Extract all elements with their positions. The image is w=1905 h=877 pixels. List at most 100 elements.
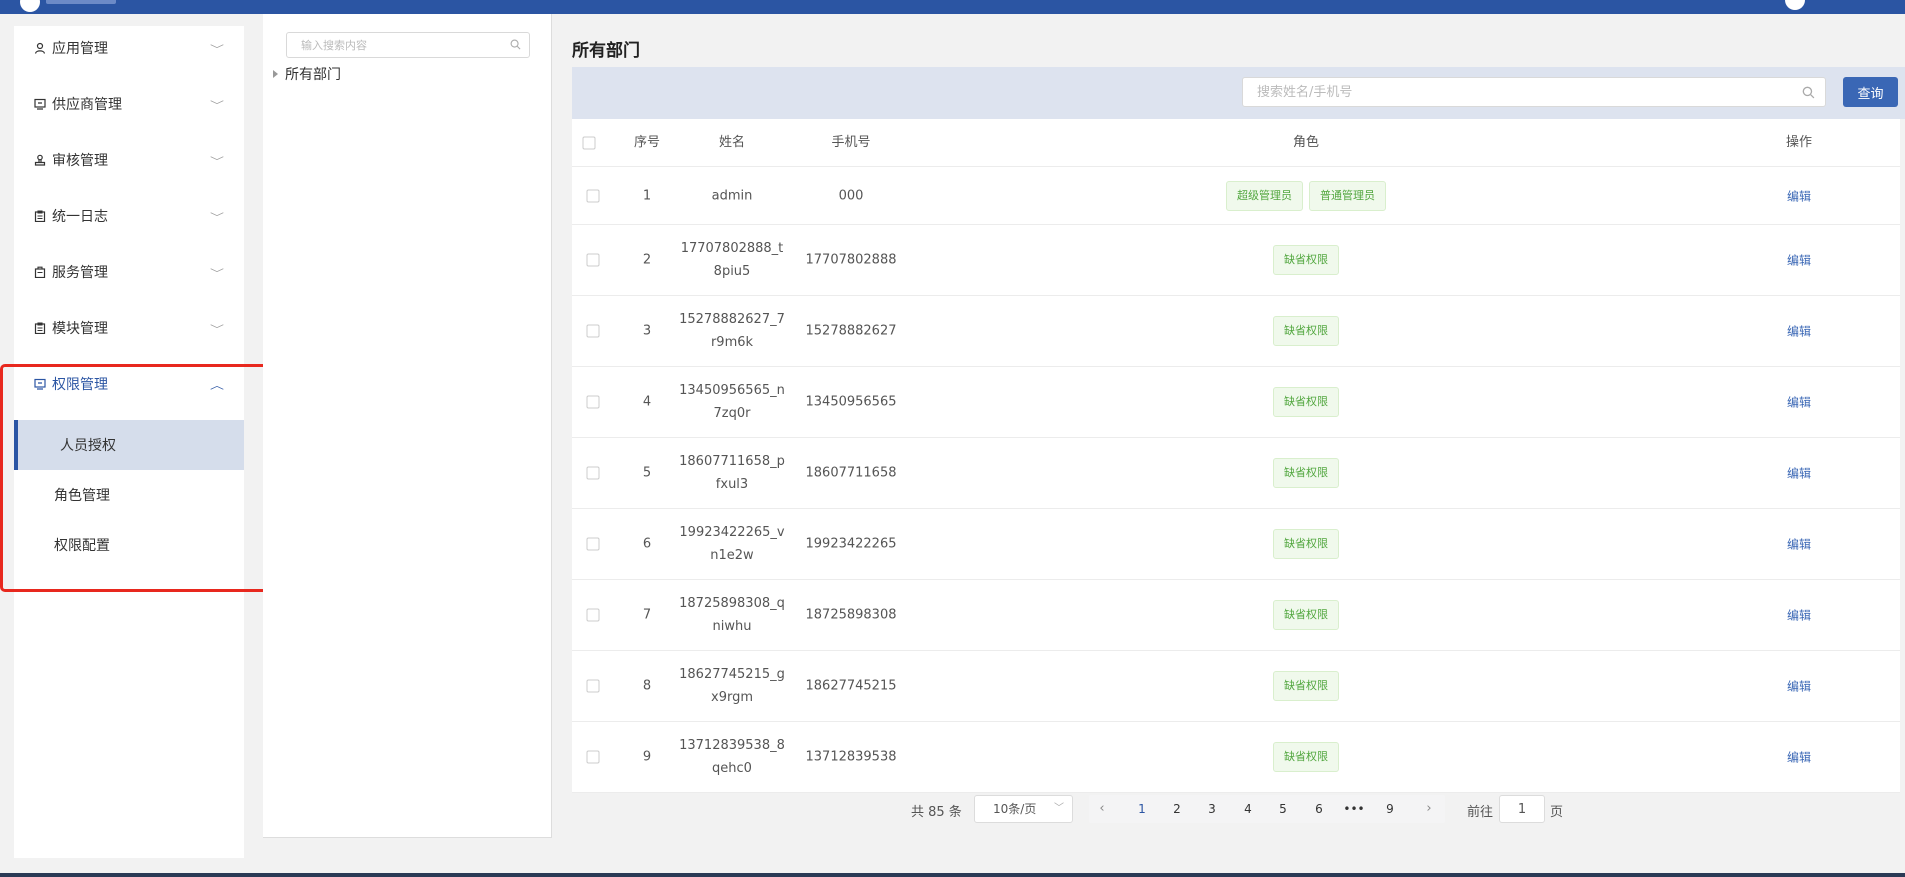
row-name: 17707802888_t8piu5 [680,241,784,279]
edit-link[interactable]: 编辑 [1787,607,1811,624]
edit-link[interactable]: 编辑 [1787,465,1811,482]
tree-node-label: 所有部门 [285,67,341,83]
chevron-up-icon: ︿ [210,380,224,392]
sidebar-item-label: 统一日志 [52,209,108,225]
row-checkbox[interactable] [586,750,600,764]
chevron-down-icon: ﹀ [210,268,224,280]
row-name: 15278882627_7r9m6k [679,312,785,350]
sidebar-subitem-permission-config[interactable]: 权限配置 [14,520,244,570]
sidebar-item-service-management[interactable]: 服务管理 ﹀ [14,250,244,294]
edit-link[interactable]: 编辑 [1787,394,1811,411]
role-tag: 缺省权限 [1273,387,1339,417]
role-tag: 缺省权限 [1273,671,1339,701]
role-tag: 缺省权限 [1273,245,1339,275]
sidebar-subitem-personnel-authorization[interactable]: 人员授权 [14,420,244,470]
row-name: 18725898308_qniwhu [679,596,785,634]
top-header-bar [0,0,1905,14]
monitor-icon [34,98,46,110]
row-phone: 13712839538 [805,749,897,765]
prev-page-icon[interactable]: ‹ [1099,795,1104,823]
search-icon[interactable] [1802,86,1815,99]
page-button-5[interactable]: 5 [1279,795,1287,823]
chevron-down-icon: ﹀ [210,212,224,224]
row-phone: 18725898308 [805,607,897,623]
chevron-down-icon: ﹀ [210,100,224,112]
role-tags: 缺省权限 [1273,316,1339,346]
row-phone: 000 [838,188,864,203]
name-phone-search-input[interactable] [1243,78,1783,106]
sidebar-item-app-management[interactable]: 应用管理 ﹀ [14,26,244,70]
page-button-2[interactable]: 2 [1173,795,1181,823]
page-button-6[interactable]: 6 [1315,795,1323,823]
table-row: 3 15278882627_7r9m6k 15278882627 缺省权限 编辑 [572,296,1900,367]
department-search-input[interactable] [287,33,497,57]
role-tag: 缺省权限 [1273,529,1339,559]
search-icon[interactable] [510,39,521,50]
page-button-3[interactable]: 3 [1208,795,1216,823]
sidebar-subitem-label: 人员授权 [60,438,116,454]
row-checkbox[interactable] [586,253,600,267]
edit-link[interactable]: 编辑 [1787,187,1811,204]
user-icon [34,42,46,54]
edit-link[interactable]: 编辑 [1787,749,1811,766]
role-tag: 缺省权限 [1273,458,1339,488]
row-checkbox[interactable] [586,189,600,202]
role-tag: 普通管理员 [1309,180,1386,211]
row-checkbox[interactable] [586,324,600,338]
sidebar-item-supplier-management[interactable]: 供应商管理 ﹀ [14,82,244,126]
page-size-select[interactable]: 10条/页 ﹀ [974,795,1073,823]
logo-text [46,0,116,4]
row-phone: 17707802888 [805,252,897,268]
edit-link[interactable]: 编辑 [1787,323,1811,340]
users-table: 序号 姓名 手机号 角色 操作 1 admin 000 超级管理员 普通管理员 编辑 2 17… [572,119,1900,793]
tree-node-all-departments[interactable]: 所有部门 [273,64,341,84]
sidebar-item-permission-management[interactable]: 权限管理 ︿ [14,362,244,406]
edit-link[interactable]: 编辑 [1787,678,1811,695]
row-name: 18627745215_gx9rgm [679,667,785,705]
page-button-1[interactable]: 1 [1138,795,1146,823]
role-tag: 缺省权限 [1273,742,1339,772]
table-row: 7 18725898308_qniwhu 18725898308 缺省权限 编辑 [572,580,1900,651]
caret-right-icon[interactable] [273,70,278,78]
row-checkbox[interactable] [586,679,600,693]
row-checkbox[interactable] [586,466,600,480]
table-row: 2 17707802888_t8piu5 17707802888 缺省权限 编辑 [572,225,1900,296]
sidebar-item-label: 权限管理 [52,377,108,393]
role-tags: 缺省权限 [1273,458,1339,488]
table-row: 8 18627745215_gx9rgm 18627745215 缺省权限 编辑 [572,651,1900,722]
chevron-down-icon: ﹀ [210,156,224,168]
row-phone: 18607711658 [805,465,897,481]
edit-link[interactable]: 编辑 [1787,536,1811,553]
page-button-9[interactable]: 9 [1386,795,1394,823]
user-search-box [1242,77,1826,107]
sidebar-item-module-management[interactable]: 模块管理 ﹀ [14,306,244,350]
sidebar-item-label: 服务管理 [52,265,108,281]
row-checkbox[interactable] [586,608,600,622]
sidebar-item-label: 供应商管理 [52,97,122,113]
query-button[interactable]: 查询 [1843,77,1898,107]
row-index: 1 [642,188,652,203]
avatar[interactable] [1785,0,1805,10]
edit-link[interactable]: 编辑 [1787,252,1811,269]
page-title: 所有部门 [572,41,640,61]
row-checkbox[interactable] [586,395,600,409]
row-name: 13712839538_8qehc0 [679,738,785,776]
chevron-down-icon: ﹀ [1054,803,1064,814]
next-page-icon[interactable]: › [1426,795,1431,823]
sidebar-item-unified-log[interactable]: 统一日志 ﹀ [14,194,244,238]
select-all-checkbox[interactable] [582,136,596,150]
goto-page-input[interactable] [1499,795,1545,823]
sidebar-item-audit-management[interactable]: 审核管理 ﹀ [14,138,244,182]
row-name: admin [711,188,753,203]
more-pages-icon[interactable]: ••• [1343,795,1364,823]
sidebar-subitem-role-management[interactable]: 角色管理 [14,470,244,520]
page-button-4[interactable]: 4 [1244,795,1252,823]
row-checkbox[interactable] [586,537,600,551]
row-index: 8 [642,678,652,694]
row-name: 19923422265_vn1e2w [679,525,785,563]
role-tags: 超级管理员 普通管理员 [1226,180,1386,211]
department-tree-panel: 所有部门 [263,14,552,838]
pagination-total: 共 85 条 [911,805,962,820]
row-phone: 13450956565 [805,394,897,410]
role-tags: 缺省权限 [1273,742,1339,772]
